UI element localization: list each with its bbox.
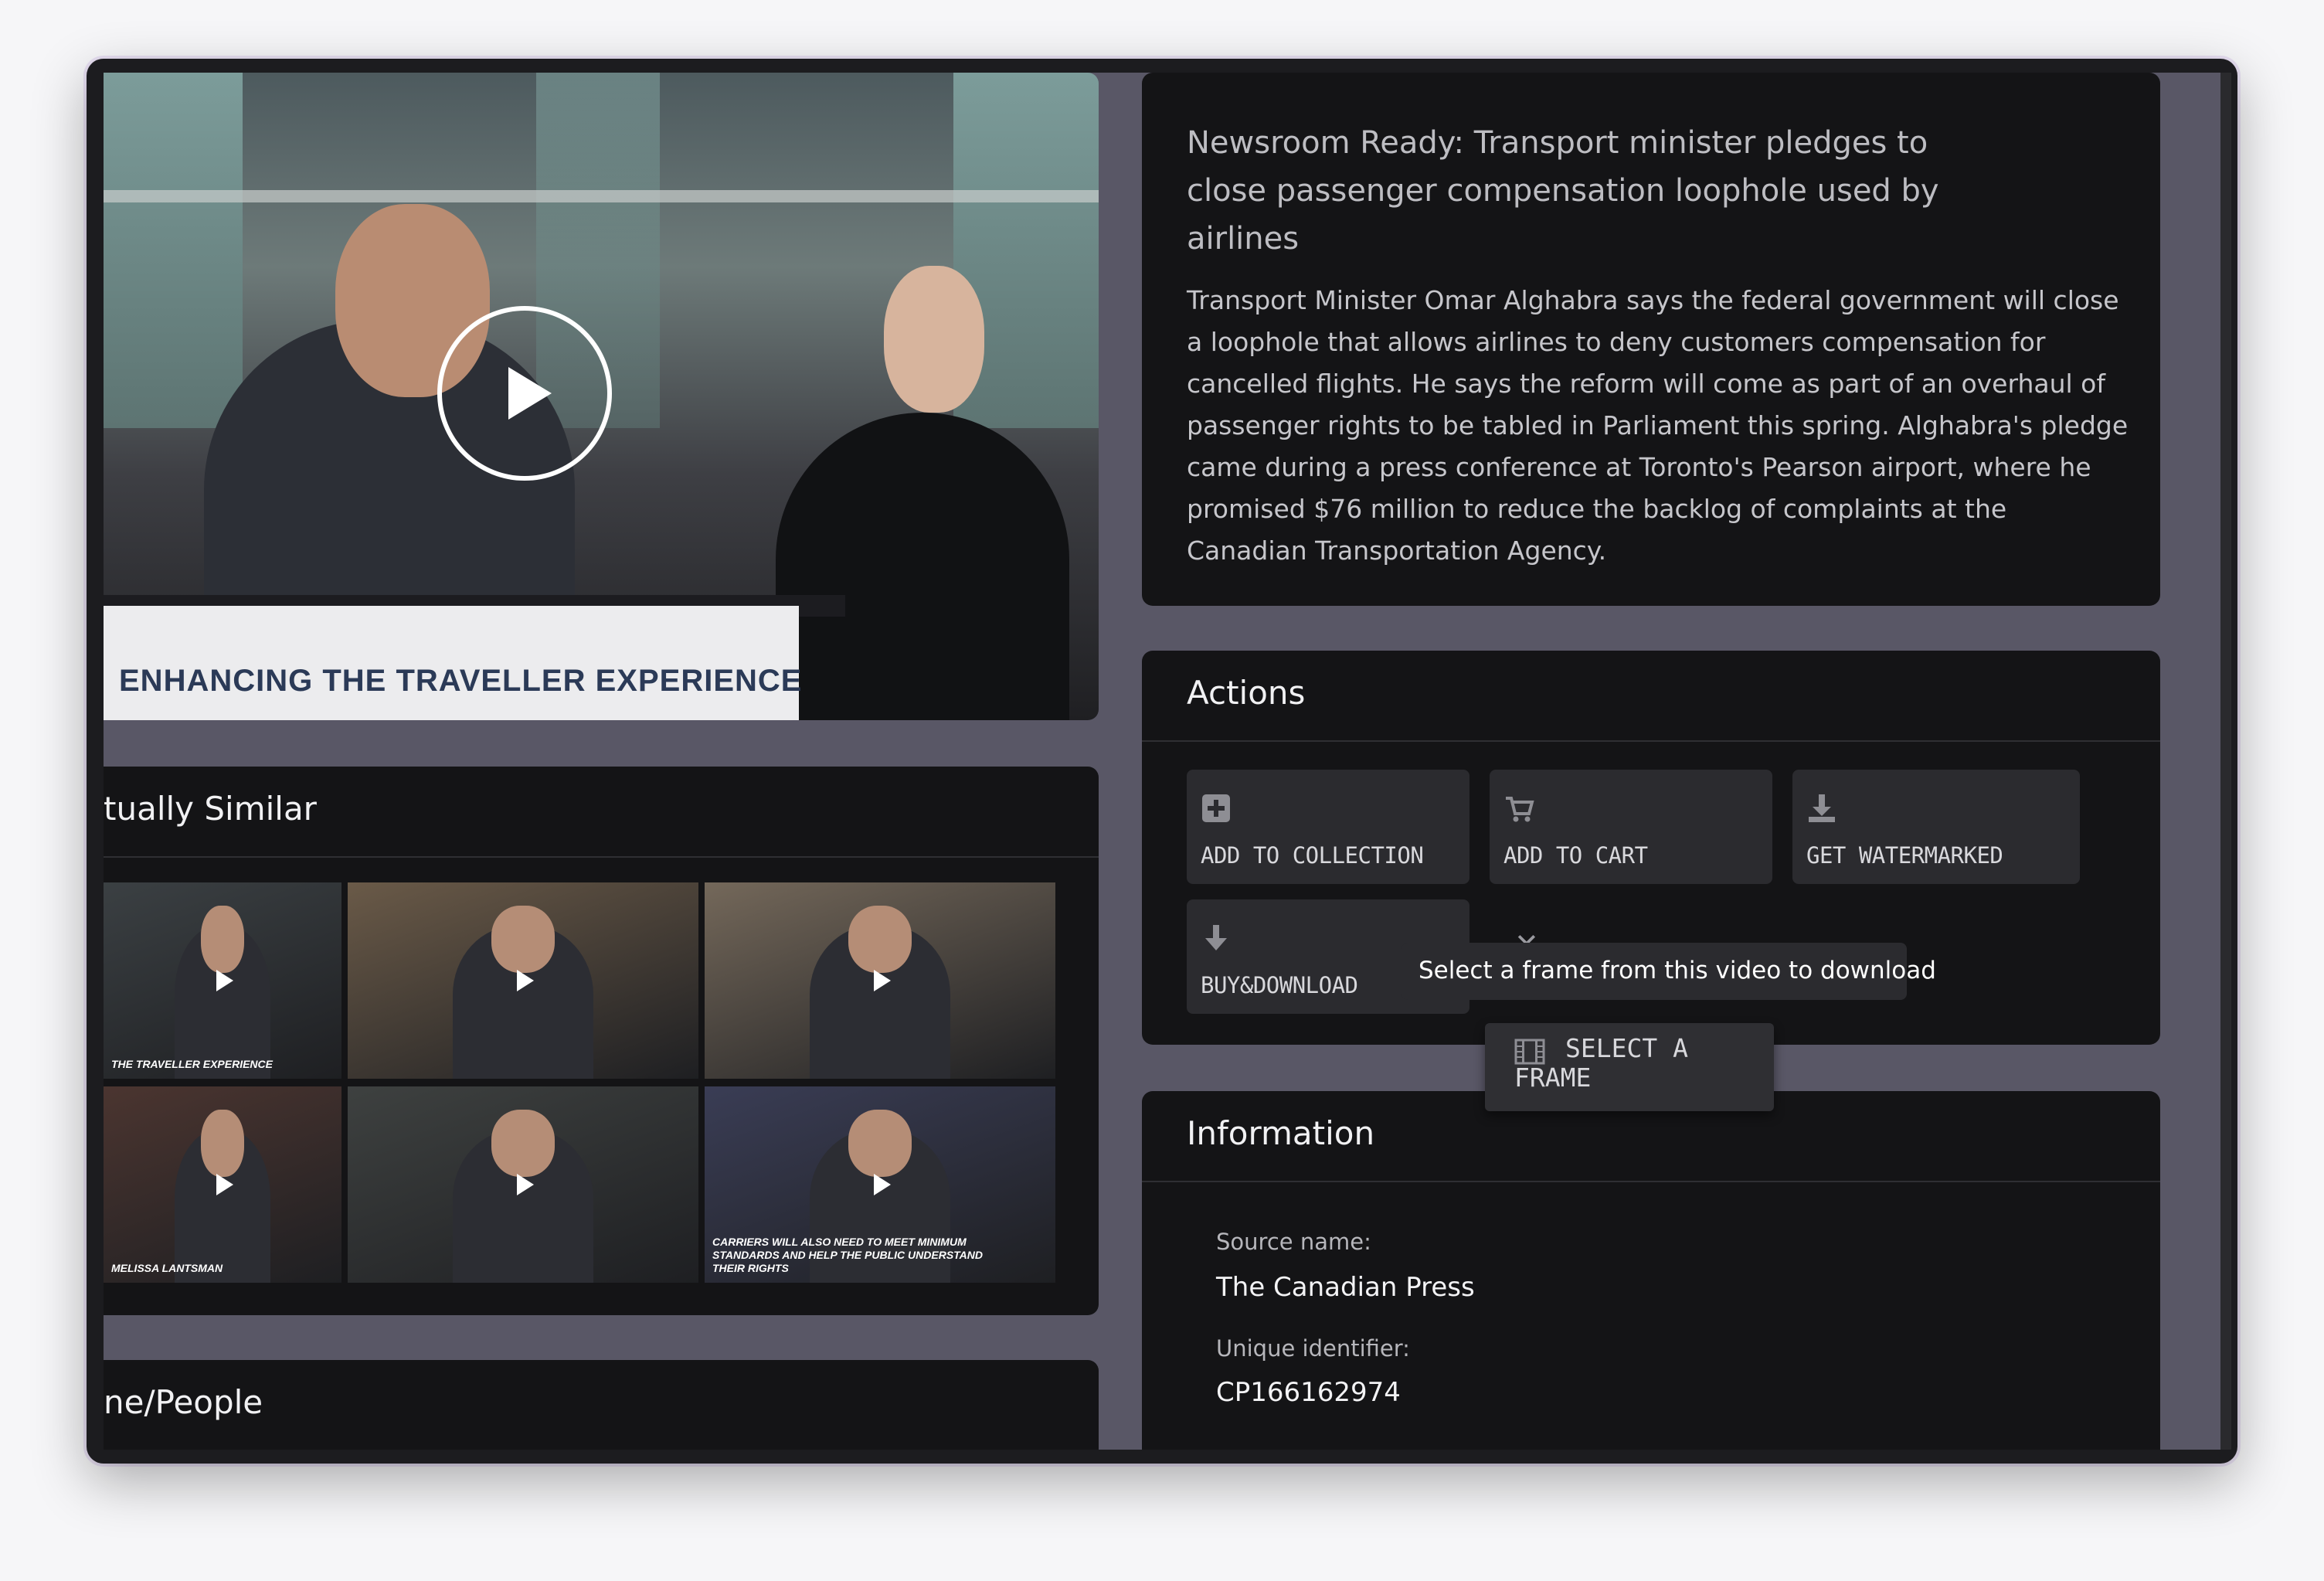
thumbnail-figure-head bbox=[491, 906, 555, 973]
video-title: Newsroom Ready: Transport minister pledg… bbox=[1187, 125, 1939, 257]
get-watermarked-label: GET WATERMARKED bbox=[1806, 842, 2003, 869]
add-to-cart-button[interactable]: ADD TO CART bbox=[1490, 770, 1772, 884]
select-frame-label: SELECT A FRAME bbox=[1514, 1033, 1688, 1093]
thumbnail-figure-head bbox=[491, 1110, 555, 1177]
add-to-cart-label: ADD TO CART bbox=[1503, 842, 1648, 869]
information-heading: Information bbox=[1187, 1114, 1375, 1152]
page-content: ENHANCING THE TRAVELLER EXPERIENCE Newsr… bbox=[104, 73, 2231, 1450]
similar-thumbnail[interactable] bbox=[348, 1086, 698, 1283]
similar-header: tually Similar bbox=[104, 767, 1099, 858]
video-podium-text: ENHANCING THE TRAVELLER EXPERIENCE bbox=[119, 664, 803, 698]
video-scene-rail bbox=[104, 190, 1099, 202]
video-description: Transport Minister Omar Alghabra says th… bbox=[1187, 285, 2129, 566]
similar-thumbnail[interactable]: CARRIERS WILL ALSO NEED TO MEET MINIMUM … bbox=[705, 1086, 1055, 1283]
similar-heading: tually Similar bbox=[104, 790, 317, 828]
unique-identifier-value: CP166162974 bbox=[1216, 1377, 1401, 1408]
video-scene-podium bbox=[104, 606, 799, 720]
video-player[interactable]: ENHANCING THE TRAVELLER EXPERIENCE bbox=[104, 73, 1099, 720]
people-panel: ne/People bbox=[104, 1360, 1099, 1450]
cart-icon bbox=[1506, 797, 1534, 822]
people-heading: ne/People bbox=[104, 1383, 263, 1421]
thumbnail-caption: CARRIERS WILL ALSO NEED TO MEET MINIMUM … bbox=[712, 1236, 983, 1274]
actions-heading: Actions bbox=[1187, 674, 1306, 712]
play-icon bbox=[874, 1174, 891, 1195]
thumbnail-figure-head bbox=[848, 906, 912, 973]
app-window: ENHANCING THE TRAVELLER EXPERIENCE Newsr… bbox=[87, 59, 2237, 1464]
buy-download-label: BUY&DOWNLOAD bbox=[1201, 972, 1358, 998]
get-watermarked-button[interactable]: GET WATERMARKED bbox=[1792, 770, 2080, 884]
play-icon bbox=[517, 970, 534, 991]
similar-thumbnail[interactable] bbox=[348, 882, 698, 1079]
description-panel: Newsroom Ready: Transport minister pledg… bbox=[1142, 73, 2160, 606]
similar-thumbnail[interactable]: THE TRAVELLER EXPERIENCE bbox=[104, 882, 341, 1079]
similar-thumbnail[interactable]: MELISSA LANTSMAN bbox=[104, 1086, 341, 1283]
play-icon bbox=[216, 970, 233, 991]
thumbnail-figure-head bbox=[201, 1110, 244, 1177]
thumbnail-caption: THE TRAVELLER EXPERIENCE bbox=[111, 1058, 273, 1070]
select-frame-button[interactable]: SELECT A FRAME bbox=[1485, 1023, 1774, 1111]
similar-panel: tually Similar THE TRAVELLER EXPERIENCE M… bbox=[104, 767, 1099, 1315]
play-button[interactable] bbox=[437, 306, 612, 481]
arrow-down-icon bbox=[1205, 925, 1227, 950]
thumbnail-caption: MELISSA LANTSMAN bbox=[111, 1262, 223, 1274]
thumbnail-figure-head bbox=[848, 1110, 912, 1177]
actions-panel: Actions ADD TO COLLECTION ADD TO CART GE… bbox=[1142, 651, 2160, 1111]
select-frame-tooltip: Select a frame from this video to downlo… bbox=[1402, 943, 1936, 1000]
scrollbar[interactable] bbox=[2220, 73, 2231, 1450]
play-icon bbox=[874, 970, 891, 991]
add-to-collection-label: ADD TO COLLECTION bbox=[1201, 842, 1424, 869]
actions-header: Actions bbox=[1142, 651, 2160, 742]
add-to-collection-button[interactable]: ADD TO COLLECTION bbox=[1187, 770, 1469, 884]
play-icon bbox=[508, 367, 552, 420]
plus-square-icon bbox=[1202, 794, 1230, 822]
play-icon bbox=[216, 1174, 233, 1195]
video-scene-woman bbox=[776, 413, 1069, 720]
information-panel: Information Source name: The Canadian Pr… bbox=[1142, 1091, 2160, 1450]
thumbnail-figure-head bbox=[201, 906, 244, 973]
unique-identifier-label: Unique identifier: bbox=[1216, 1335, 1410, 1362]
similar-thumbnail[interactable] bbox=[705, 882, 1055, 1079]
play-icon bbox=[517, 1174, 534, 1195]
video-scene-woman-head bbox=[884, 266, 984, 413]
download-tray-icon bbox=[1809, 794, 1835, 822]
video-scene-window bbox=[104, 73, 243, 428]
source-name-value: The Canadian Press bbox=[1216, 1272, 1475, 1303]
source-name-label: Source name: bbox=[1216, 1229, 1371, 1255]
